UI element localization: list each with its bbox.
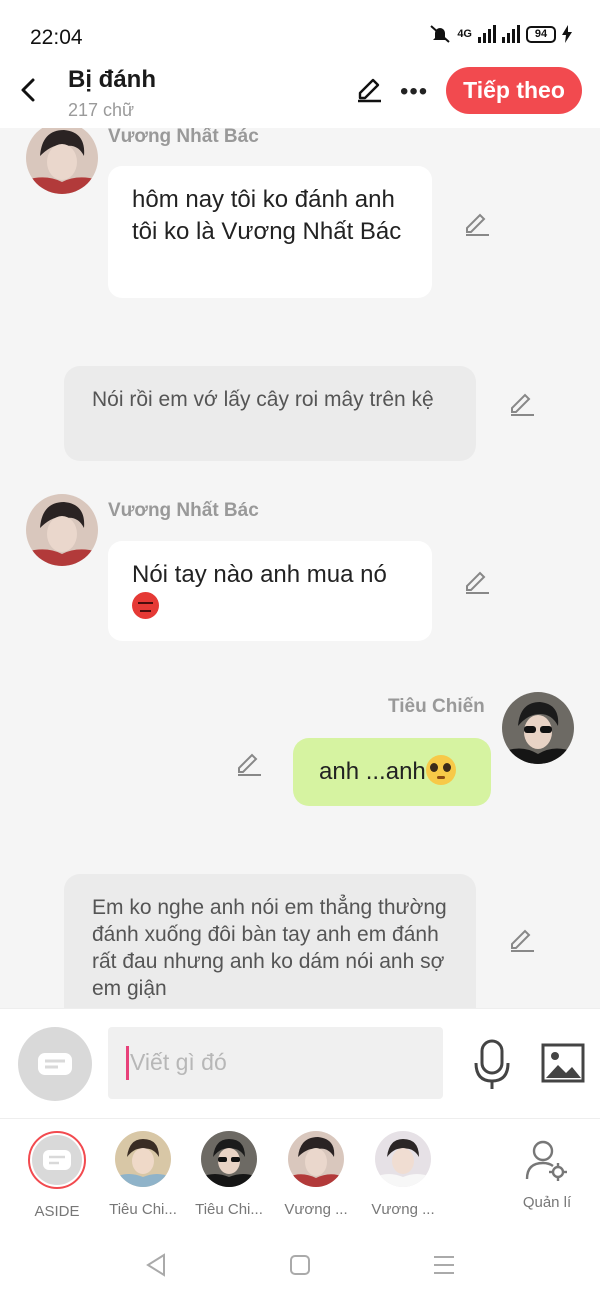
character-label: ASIDE — [34, 1203, 80, 1220]
aside-icon — [43, 1150, 71, 1170]
signal-icon — [478, 25, 496, 43]
input-placeholder: Viết gì đó — [130, 1049, 227, 1075]
composer-bar: Viết gì đó — [0, 1008, 600, 1118]
avatar — [375, 1131, 431, 1187]
character-tray: ASIDE Tiêu Chi... Tiêu Chi... Vương ... … — [0, 1118, 600, 1230]
status-time: 22:04 — [30, 26, 83, 49]
text-cursor — [126, 1046, 129, 1080]
message-bubble[interactable]: Nói tay nào anh mua nó — [108, 541, 432, 641]
pencil-icon[interactable] — [463, 210, 491, 238]
signal-icon-2 — [502, 25, 520, 43]
more-icon[interactable]: ••• — [400, 78, 428, 106]
sender-name: Tiêu Chiến — [388, 696, 485, 717]
avatar[interactable] — [26, 128, 98, 194]
angry-face-icon — [132, 592, 159, 619]
nav-back-icon[interactable] — [144, 1252, 168, 1278]
character-option[interactable]: Tiêu Chi... — [188, 1131, 270, 1218]
pencil-icon[interactable] — [235, 750, 263, 778]
avatar — [201, 1131, 257, 1187]
aside-avatar — [28, 1131, 86, 1189]
pencil-icon[interactable] — [354, 74, 384, 104]
charging-icon — [562, 25, 572, 43]
status-bar: 22:04 4G 94 — [0, 0, 600, 64]
nav-menu-icon[interactable] — [432, 1254, 456, 1276]
aside-toggle-button[interactable] — [18, 1027, 92, 1101]
pleading-face-icon — [425, 755, 456, 785]
back-icon[interactable] — [14, 74, 42, 106]
network-type: 4G — [457, 28, 472, 40]
character-label: Tiêu Chi... — [195, 1201, 263, 1218]
manage-characters-button[interactable]: Quản lí — [512, 1139, 582, 1211]
character-label: Tiêu Chi... — [109, 1201, 177, 1218]
message-text: anh ...anh — [319, 758, 426, 785]
narration-bubble[interactable]: Em ko nghe anh nói em thẳng thường đánh … — [64, 874, 476, 1008]
character-option[interactable]: Tiêu Chi... — [102, 1131, 184, 1218]
self-message-bubble[interactable]: anh ...anh — [293, 738, 491, 806]
mute-bell-icon — [430, 25, 450, 43]
system-nav-bar — [0, 1230, 600, 1300]
pencil-icon[interactable] — [508, 926, 536, 954]
page-title: Bị đánh — [68, 66, 156, 93]
word-count: 217 chữ — [68, 100, 135, 120]
avatar — [115, 1131, 171, 1187]
message-text: Nói tay nào anh mua nó — [132, 561, 387, 588]
battery-icon: 94 — [526, 25, 556, 43]
status-icons: 4G 94 — [429, 24, 572, 44]
character-option[interactable]: Vương ... — [362, 1131, 444, 1218]
avatar[interactable] — [502, 692, 574, 764]
aside-icon — [38, 1053, 72, 1075]
sender-name: Vương Nhất Bác — [108, 128, 259, 147]
pencil-icon[interactable] — [508, 390, 536, 418]
character-label: Vương ... — [371, 1201, 435, 1218]
image-icon[interactable] — [541, 1043, 585, 1083]
character-aside[interactable]: ASIDE — [16, 1131, 98, 1220]
chat-area[interactable]: Vương Nhất Bác hôm nay tôi ko đánh anh t… — [0, 128, 600, 1008]
avatar — [288, 1131, 344, 1187]
manage-user-icon — [525, 1140, 567, 1181]
character-option[interactable]: Vương ... — [275, 1131, 357, 1218]
pencil-icon[interactable] — [463, 568, 491, 596]
mic-icon[interactable] — [472, 1039, 512, 1091]
sender-name: Vương Nhất Bác — [108, 500, 259, 521]
character-label: Vương ... — [284, 1201, 348, 1218]
manage-label: Quản lí — [522, 1194, 572, 1211]
narration-bubble[interactable]: Nói rồi em vớ lấy cây roi mây trên kệ — [64, 366, 476, 461]
message-bubble[interactable]: hôm nay tôi ko đánh anh tôi ko là Vương … — [108, 166, 432, 298]
chat-header: Bị đánh 217 chữ ••• Tiếp theo — [0, 64, 600, 128]
message-input[interactable]: Viết gì đó — [108, 1027, 443, 1099]
avatar[interactable] — [26, 494, 98, 566]
next-button[interactable]: Tiếp theo — [446, 67, 582, 114]
nav-home-icon[interactable] — [289, 1254, 311, 1276]
